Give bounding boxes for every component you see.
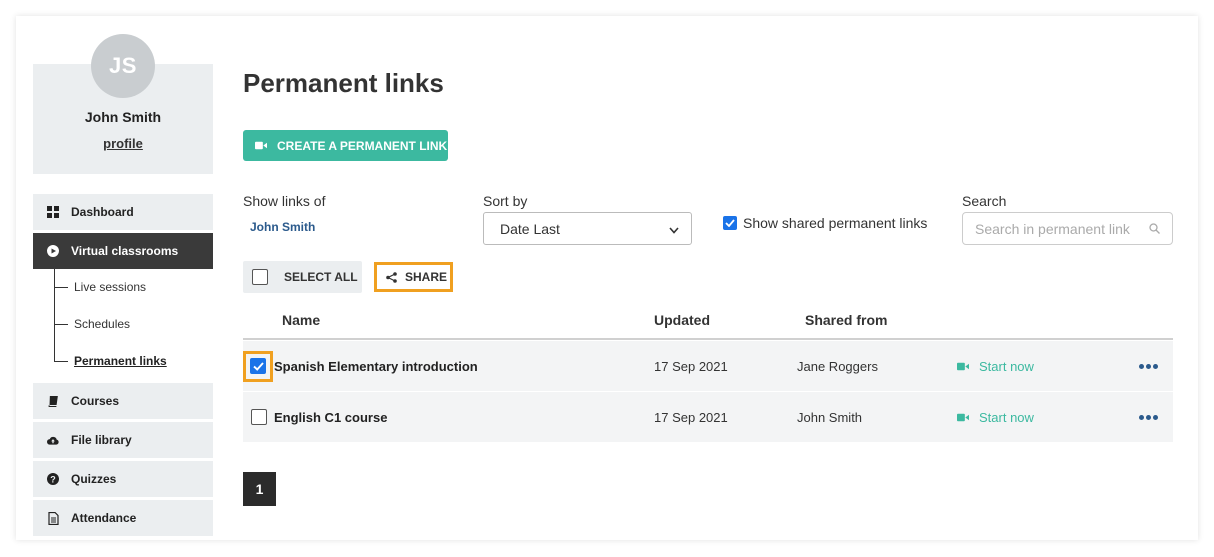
video-camera-icon [957, 411, 969, 423]
show-links-of-label: Show links of [243, 193, 326, 209]
create-permanent-link-button[interactable]: CREATE A PERMANENT LINK [243, 130, 448, 161]
row-shared-from: John Smith [797, 409, 863, 425]
sidebar-item-label: Virtual classrooms [71, 244, 179, 258]
sidebar-item-label: Dashboard [71, 205, 134, 219]
row-updated: 17 Sep 2021 [654, 358, 728, 374]
checkbox-checked-icon [723, 216, 737, 230]
sort-by-select[interactable]: Date Last [483, 212, 692, 245]
more-options-icon[interactable] [1139, 341, 1158, 391]
row-shared-from: Jane Roggers [797, 358, 878, 374]
share-icon [385, 271, 397, 283]
start-now-label: Start now [979, 409, 1034, 425]
sidebar-item-label: File library [71, 433, 132, 447]
show-shared-checkbox[interactable]: Show shared permanent links [723, 215, 927, 231]
sidebar-item-dashboard[interactable]: Dashboard [33, 194, 213, 230]
start-now-link[interactable]: Start now [957, 392, 1034, 442]
more-options-icon[interactable] [1139, 392, 1158, 442]
sort-by-label: Sort by [483, 193, 528, 209]
show-links-of-value[interactable]: John Smith [250, 220, 315, 234]
search-placeholder: Search in permanent link [975, 220, 1130, 237]
table-row[interactable]: English C1 course 17 Sep 2021 John Smith… [243, 392, 1173, 442]
search-input[interactable]: Search in permanent link [962, 212, 1173, 245]
share-label: SHARE [405, 270, 448, 284]
pagination-page-1[interactable]: 1 [243, 472, 276, 506]
column-header-shared-from: Shared from [805, 312, 888, 328]
sidebar-item-attendance[interactable]: Attendance [33, 500, 213, 536]
tree-line [54, 269, 55, 362]
book-icon [47, 395, 59, 407]
tree-tick [54, 324, 68, 325]
sidebar-item-file-library[interactable]: File library [33, 422, 213, 458]
sidebar-item-virtual-classrooms[interactable]: Virtual classrooms [33, 233, 213, 269]
sidebar-item-label: Courses [71, 394, 120, 408]
search-label: Search [962, 193, 1007, 209]
select-all-button[interactable]: SELECT ALL [243, 261, 362, 293]
row-updated: 17 Sep 2021 [654, 409, 728, 425]
video-camera-icon [255, 140, 267, 152]
sidebar-item-label: Attendance [71, 511, 137, 525]
sidebar-subitem-live-sessions[interactable]: Live sessions [74, 280, 146, 294]
sidebar-item-quizzes[interactable]: ? Quizzes [33, 461, 213, 497]
row-name[interactable]: English C1 course [274, 392, 387, 442]
avatar[interactable]: JS [91, 34, 155, 98]
column-header-updated: Updated [654, 312, 710, 328]
row-name[interactable]: Spanish Elementary introduction [274, 341, 478, 391]
chevron-down-icon [669, 221, 679, 237]
cloud-upload-icon [47, 434, 59, 446]
tree-tick [54, 361, 68, 362]
sidebar-subitem-permanent-links[interactable]: Permanent links [74, 354, 167, 368]
search-icon [1149, 221, 1160, 237]
row-checkbox[interactable] [250, 358, 266, 374]
sort-by-value: Date Last [500, 220, 560, 237]
tree-tick [54, 287, 68, 288]
select-all-label: SELECT ALL [284, 270, 358, 284]
show-shared-label: Show shared permanent links [743, 215, 928, 231]
grid-icon [47, 206, 59, 218]
table-row[interactable]: Spanish Elementary introduction 17 Sep 2… [243, 341, 1173, 391]
start-now-link[interactable]: Start now [957, 341, 1034, 391]
video-camera-icon [957, 360, 969, 372]
profile-name: John Smith [84, 109, 162, 125]
play-circle-icon [47, 245, 59, 257]
share-button[interactable]: SHARE [374, 262, 453, 292]
document-icon [47, 511, 59, 525]
question-circle-icon: ? [47, 473, 59, 485]
start-now-label: Start now [979, 358, 1034, 374]
column-header-name: Name [282, 312, 321, 328]
app-frame: JS John Smith profile Dashboard Virtual … [16, 16, 1198, 540]
page-title: Permanent links [243, 68, 444, 98]
sidebar-item-label: Quizzes [71, 472, 117, 486]
create-button-label: CREATE A PERMANENT LINK [277, 138, 448, 153]
svg-text:?: ? [50, 474, 56, 484]
sidebar-item-courses[interactable]: Courses [33, 383, 213, 419]
checkbox-unchecked-icon [252, 269, 268, 285]
profile-link[interactable]: profile [33, 136, 213, 151]
row-checkbox[interactable] [251, 409, 267, 425]
header-divider [243, 338, 1173, 340]
sidebar-subitem-schedules[interactable]: Schedules [74, 317, 130, 331]
